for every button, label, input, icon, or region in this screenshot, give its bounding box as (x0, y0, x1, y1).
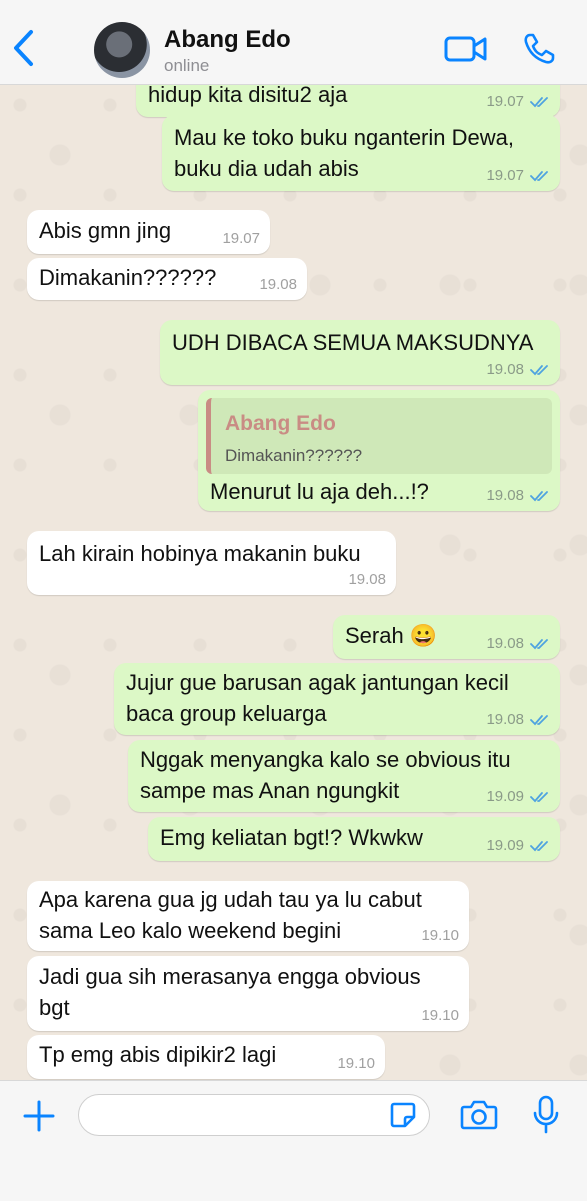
sticker-icon[interactable] (389, 1101, 417, 1129)
message-text: Nggak menyangka kalo se obvious itu samp… (140, 747, 511, 803)
message-outgoing[interactable]: UDH DIBACA SEMUA MAKSUDNYA 19.08 (160, 320, 560, 385)
message-meta: 19.08 (486, 487, 550, 505)
message-time: 19.08 (486, 635, 524, 652)
quoted-message[interactable]: Abang Edo Dimakanin?????? (206, 398, 552, 474)
message-meta: 19.07 (486, 167, 550, 185)
message-incoming[interactable]: Apa karena gua jg udah tau ya lu cabut s… (27, 881, 469, 951)
message-meta: 19.09 (486, 837, 550, 855)
message-outgoing[interactable]: Mau ke toko buku nganterin Dewa, buku di… (162, 115, 560, 191)
message-outgoing[interactable]: Serah 😀 19.08 (333, 615, 560, 659)
double-check-icon (530, 171, 548, 182)
message-text: Mau ke toko buku nganterin Dewa, buku di… (174, 125, 514, 181)
message-text: hidup kita disitu2 aja (148, 85, 348, 107)
message-incoming[interactable]: Lah kirain hobinya makanin buku 19.08 (27, 531, 396, 595)
message-time: 19.10 (421, 1007, 459, 1024)
double-check-icon (530, 792, 548, 803)
message-meta: 19.09 (486, 788, 550, 806)
message-outgoing[interactable]: Jujur gue barusan agak jantungan kecil b… (114, 663, 560, 735)
message-time: 19.07 (486, 93, 524, 110)
message-time: 19.09 (486, 837, 524, 854)
chat-header: Abang Edo online (0, 0, 587, 85)
message-incoming[interactable]: Tp emg abis dipikir2 lagi 19.10 (27, 1035, 385, 1079)
message-outgoing[interactable]: hidup kita disitu2 aja 19.07 (136, 85, 560, 117)
double-check-icon (530, 491, 548, 502)
message-time: 19.07 (486, 167, 524, 184)
message-meta: 19.08 (486, 711, 550, 729)
message-text: Lah kirain hobinya makanin buku (39, 541, 361, 566)
contact-name[interactable]: Abang Edo (164, 26, 291, 54)
message-input[interactable] (78, 1094, 430, 1136)
message-time: 19.10 (337, 1055, 375, 1072)
message-meta: 19.08 (348, 571, 386, 589)
message-text: UDH DIBACA SEMUA MAKSUDNYA (172, 330, 534, 355)
contact-status: online (164, 56, 210, 75)
message-text: Serah 😀 (345, 623, 438, 648)
message-time: 19.08 (486, 487, 524, 504)
contact-avatar[interactable] (94, 22, 150, 78)
message-text: Dimakanin?????? (39, 265, 217, 290)
message-outgoing[interactable]: Emg keliatan bgt!? Wkwkw 19.09 (148, 817, 560, 861)
message-meta: 19.07 (222, 230, 260, 248)
message-composer (0, 1080, 587, 1201)
microphone-icon[interactable] (532, 1095, 560, 1135)
message-text: Jujur gue barusan agak jantungan kecil b… (126, 670, 509, 726)
camera-icon[interactable] (460, 1099, 498, 1131)
message-meta: 19.07 (486, 93, 550, 111)
video-call-icon[interactable] (444, 34, 488, 64)
double-check-icon (530, 639, 548, 650)
message-incoming[interactable]: Jadi gua sih merasanya engga obvious bgt… (27, 956, 469, 1031)
message-text: Tp emg abis dipikir2 lagi (39, 1042, 277, 1067)
double-check-icon (530, 365, 548, 376)
message-meta: 19.08 (486, 361, 550, 379)
message-outgoing[interactable]: Nggak menyangka kalo se obvious itu samp… (128, 740, 560, 812)
message-meta: 19.10 (337, 1055, 375, 1073)
quoted-text: Dimakanin?????? (225, 446, 363, 465)
double-check-icon (530, 841, 548, 852)
message-text: Apa karena gua jg udah tau ya lu cabut s… (39, 887, 422, 943)
message-incoming[interactable]: Abis gmn jing 19.07 (27, 210, 270, 254)
message-text: Emg keliatan bgt!? Wkwkw (160, 825, 423, 850)
double-check-icon (530, 97, 548, 108)
message-time: 19.10 (421, 927, 459, 944)
phone-call-icon[interactable] (522, 32, 556, 66)
message-list[interactable]: hidup kita disitu2 aja 19.07 Mau ke toko… (0, 85, 587, 1080)
message-time: 19.08 (348, 571, 386, 588)
message-meta: 19.08 (486, 635, 550, 653)
quoted-author: Abang Edo (225, 412, 336, 435)
message-time: 19.08 (486, 361, 524, 378)
message-time: 19.07 (222, 230, 260, 247)
message-outgoing-reply[interactable]: Abang Edo Dimakanin?????? Menurut lu aja… (198, 390, 560, 511)
message-text: Menurut lu aja deh...!? (210, 479, 429, 504)
message-meta: 19.10 (421, 927, 459, 945)
message-text: Jadi gua sih merasanya engga obvious bgt (39, 964, 421, 1020)
message-meta: 19.10 (421, 1007, 459, 1025)
back-chevron-icon[interactable] (10, 28, 40, 68)
message-time: 19.08 (486, 711, 524, 728)
double-check-icon (530, 715, 548, 726)
message-text: Abis gmn jing (39, 218, 172, 243)
message-meta: 19.08 (259, 276, 297, 294)
message-time: 19.08 (259, 276, 297, 293)
message-incoming[interactable]: Dimakanin?????? 19.08 (27, 258, 307, 300)
plus-icon[interactable] (22, 1099, 56, 1133)
message-time: 19.09 (486, 788, 524, 805)
